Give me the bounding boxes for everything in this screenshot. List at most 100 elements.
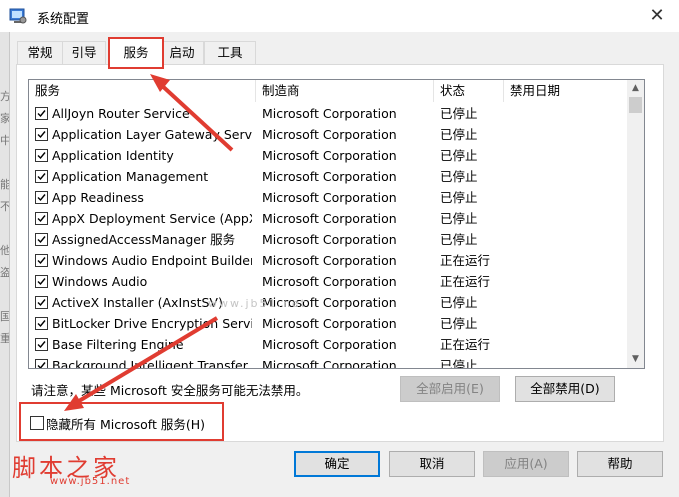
service-manufacturer: Microsoft Corporation xyxy=(262,337,397,352)
service-status: 已停止 xyxy=(440,316,478,331)
service-checkbox[interactable] xyxy=(35,275,48,288)
notice-text: 请注意，某些 Microsoft 安全服务可能无法禁用。 xyxy=(31,383,309,398)
vertical-scrollbar[interactable]: ▲ ▼ xyxy=(627,80,644,368)
service-name: Base Filtering Engine xyxy=(52,337,184,352)
service-manufacturer: Microsoft Corporation xyxy=(262,358,397,369)
cancel-button[interactable]: 取消 xyxy=(389,451,475,477)
background-window-char: 国 xyxy=(0,310,9,323)
service-row[interactable]: AllJoyn Router Service Microsoft Corporat… xyxy=(29,103,627,124)
service-name: AllJoyn Router Service xyxy=(52,106,190,121)
background-window-char: 方 xyxy=(0,90,9,103)
service-row[interactable]: AppX Deployment Service (AppX... Microsof… xyxy=(29,208,627,229)
background-window-char: 能 xyxy=(0,178,9,191)
tab-boot[interactable]: 引导 xyxy=(62,41,106,64)
service-row[interactable]: AssignedAccessManager 服务 Microsoft Corpor… xyxy=(29,229,627,250)
service-checkbox[interactable] xyxy=(35,317,48,330)
tab-tools[interactable]: 工具 xyxy=(204,41,256,64)
service-status: 正在运行 xyxy=(440,337,491,352)
service-manufacturer: Microsoft Corporation xyxy=(262,253,397,268)
hide-microsoft-services-checkbox[interactable] xyxy=(30,416,44,430)
service-checkbox[interactable] xyxy=(35,254,48,267)
service-row[interactable]: Background Intelligent Transfer ... Micro… xyxy=(29,355,627,369)
service-status: 已停止 xyxy=(440,358,478,369)
service-name: AssignedAccessManager 服务 xyxy=(52,232,236,247)
help-button[interactable]: 帮助 xyxy=(577,451,663,477)
service-name: Windows Audio Endpoint Builder xyxy=(52,253,252,268)
services-list[interactable]: 服务 制造商 状态 禁用日期 AllJoyn Router Service Mic… xyxy=(28,79,645,369)
service-name: Background Intelligent Transfer ... xyxy=(52,358,252,369)
service-checkbox[interactable] xyxy=(35,191,48,204)
scroll-up-icon[interactable]: ▲ xyxy=(627,80,644,97)
service-manufacturer: Microsoft Corporation xyxy=(262,316,397,331)
background-window-char: 不 xyxy=(0,200,9,213)
background-window-char xyxy=(0,284,9,306)
service-row[interactable]: Application Management Microsoft Corporat… xyxy=(29,166,627,187)
service-row[interactable]: BitLocker Drive Encryption Service Micros… xyxy=(29,313,627,334)
close-icon[interactable]: ✕ xyxy=(644,3,670,29)
service-checkbox[interactable] xyxy=(35,107,48,120)
service-status: 已停止 xyxy=(440,295,478,310)
service-status: 已停止 xyxy=(440,211,478,226)
service-name: AppX Deployment Service (AppX... xyxy=(52,211,252,226)
service-name: BitLocker Drive Encryption Service xyxy=(52,316,252,331)
service-checkbox[interactable] xyxy=(35,296,48,309)
background-window-char: 重 xyxy=(0,332,9,345)
service-checkbox[interactable] xyxy=(35,128,48,141)
disable-all-button[interactable]: 全部禁用(D) xyxy=(515,376,615,402)
enable-all-button[interactable]: 全部启用(E) xyxy=(400,376,500,402)
tab-startup[interactable]: 启动 xyxy=(160,41,204,64)
service-status: 已停止 xyxy=(440,127,478,142)
service-status: 已停止 xyxy=(440,232,478,247)
service-checkbox[interactable] xyxy=(35,212,48,225)
service-checkbox[interactable] xyxy=(35,170,48,183)
service-checkbox[interactable] xyxy=(35,149,48,162)
list-header: 服务 制造商 状态 禁用日期 xyxy=(29,80,627,102)
column-header-disabled-date[interactable]: 禁用日期 xyxy=(504,80,627,102)
service-name: Application Management xyxy=(52,169,209,184)
service-name: Windows Audio xyxy=(52,274,148,289)
service-row[interactable]: App Readiness Microsoft Corporation 已停止 xyxy=(29,187,627,208)
service-status: 正在运行 xyxy=(440,274,491,289)
service-row[interactable]: Application Layer Gateway Service Microso… xyxy=(29,124,627,145)
service-row[interactable]: Windows Audio Microsoft Corporation 正在运行 xyxy=(29,271,627,292)
background-window-char: 家 xyxy=(0,112,9,125)
service-name: App Readiness xyxy=(52,190,144,205)
scroll-thumb[interactable] xyxy=(629,97,642,113)
background-window-char: 盗 xyxy=(0,266,9,279)
service-checkbox[interactable] xyxy=(35,359,48,368)
service-status: 已停止 xyxy=(440,148,478,163)
background-window-char xyxy=(0,152,9,174)
watermark-url: www.jb51.net xyxy=(50,476,131,487)
window-title: 系统配置 xyxy=(37,12,90,27)
title-bar xyxy=(0,0,679,32)
service-manufacturer: Microsoft Corporation xyxy=(262,127,397,142)
column-header-service[interactable]: 服务 xyxy=(29,80,256,102)
service-name: Application Identity xyxy=(52,148,174,163)
tab-services[interactable]: 服务 xyxy=(108,37,164,69)
service-manufacturer: Microsoft Corporation xyxy=(262,274,397,289)
service-row[interactable]: Base Filtering Engine Microsoft Corporati… xyxy=(29,334,627,355)
apply-button[interactable]: 应用(A) xyxy=(483,451,569,477)
service-row[interactable]: ActiveX Installer (AxInstSV) Microsoft Co… xyxy=(29,292,627,313)
service-status: 已停止 xyxy=(440,190,478,205)
column-header-manufacturer[interactable]: 制造商 xyxy=(256,80,434,102)
service-manufacturer: Microsoft Corporation xyxy=(262,106,397,121)
system-config-app-icon xyxy=(9,7,27,25)
service-checkbox[interactable] xyxy=(35,233,48,246)
background-window-char xyxy=(0,218,9,240)
service-checkbox[interactable] xyxy=(35,338,48,351)
ok-button[interactable]: 确定 xyxy=(294,451,380,477)
column-header-status[interactable]: 状态 xyxy=(434,80,504,102)
hide-microsoft-services-label[interactable]: 隐藏所有 Microsoft 服务(H) xyxy=(46,414,205,433)
service-status: 已停止 xyxy=(440,169,478,184)
service-manufacturer: Microsoft Corporation xyxy=(262,232,397,247)
service-manufacturer: Microsoft Corporation xyxy=(262,190,397,205)
service-name: Application Layer Gateway Service xyxy=(52,127,252,142)
watermark-center-text: www.jb51.net xyxy=(208,297,308,310)
service-manufacturer: Microsoft Corporation xyxy=(262,169,397,184)
service-row[interactable]: Windows Audio Endpoint Builder Microsoft … xyxy=(29,250,627,271)
service-manufacturer: Microsoft Corporation xyxy=(262,211,397,226)
scroll-down-icon[interactable]: ▼ xyxy=(627,351,644,368)
tab-general[interactable]: 常规 xyxy=(17,41,63,64)
service-row[interactable]: Application Identity Microsoft Corporatio… xyxy=(29,145,627,166)
